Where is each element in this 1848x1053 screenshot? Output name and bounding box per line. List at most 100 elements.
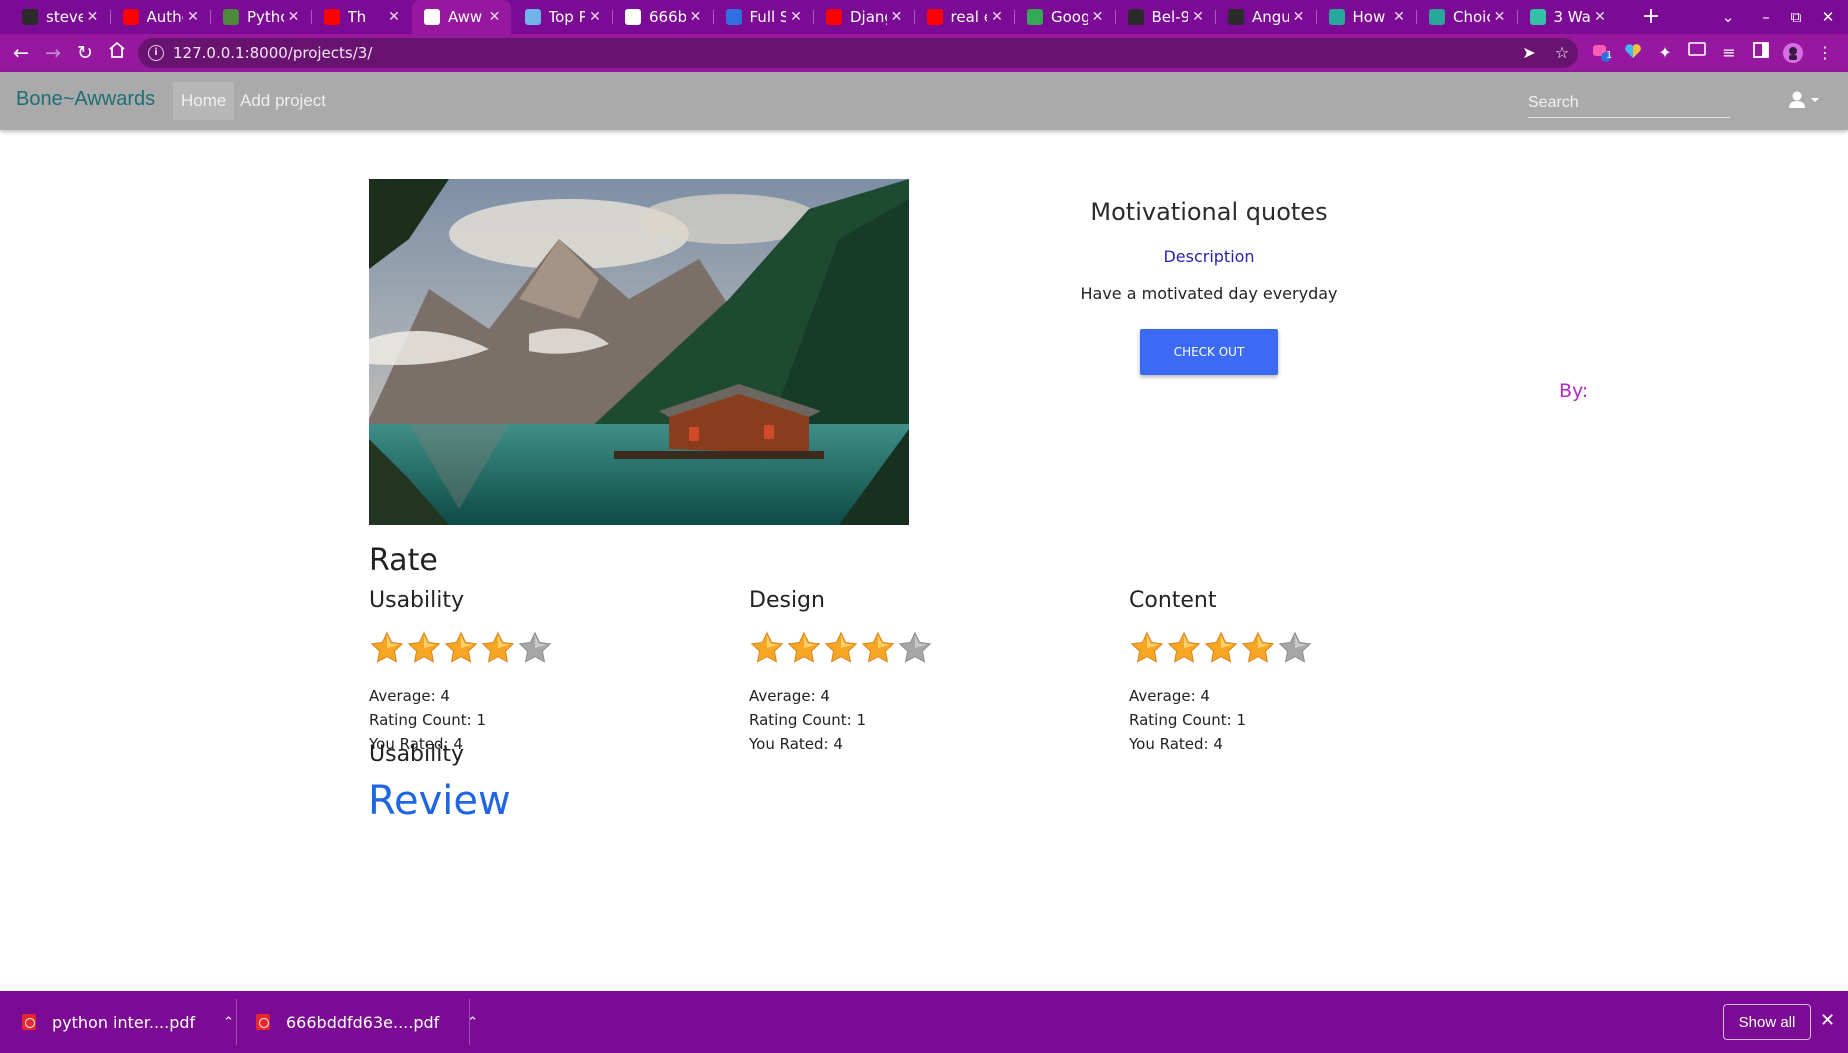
tab-close-icon[interactable]: ✕ — [1590, 9, 1610, 25]
tab-title: Bel-9 — [1151, 8, 1189, 26]
star-empty-icon[interactable] — [1277, 630, 1313, 666]
puzzle-icon[interactable]: ✦ — [1654, 42, 1676, 64]
browser-tab-strip: steve✕Authe✕Pytho✕Th✕Aww✕Top P✕666b✕Full… — [0, 0, 1848, 34]
tab-favicon-icon — [926, 9, 943, 25]
check-out-button[interactable]: CHECK OUT — [1140, 329, 1278, 375]
star-filled-icon[interactable] — [749, 630, 785, 666]
nav-home-link[interactable]: Home — [173, 82, 235, 120]
star-filled-icon[interactable] — [406, 630, 442, 666]
tab-close-icon[interactable]: ✕ — [987, 9, 1007, 25]
rating-count-text: Rating Count: 1 — [1129, 711, 1247, 729]
browser-tab[interactable]: Choic✕ — [1417, 0, 1516, 34]
minimize-icon[interactable]: – — [1752, 3, 1780, 31]
browser-tab[interactable]: real e✕ — [915, 0, 1014, 34]
close-shelf-icon[interactable]: ✕ — [1820, 1010, 1835, 1031]
star-filled-icon[interactable] — [443, 630, 479, 666]
browser-tab[interactable]: Top P ✕ — [513, 0, 612, 34]
browser-tab[interactable]: Goog ✕ — [1015, 0, 1114, 34]
site-brand[interactable]: Bone~Awwards — [16, 88, 155, 111]
browser-menu-icon[interactable]: ⋮ — [1814, 42, 1836, 64]
tab-close-icon[interactable]: ✕ — [183, 9, 203, 25]
tab-favicon-icon — [22, 9, 38, 25]
browser-tab[interactable]: Authe✕ — [111, 0, 210, 34]
star-filled-icon[interactable] — [860, 630, 896, 666]
tab-close-icon[interactable]: ✕ — [384, 9, 404, 25]
tab-close-icon[interactable]: ✕ — [1389, 9, 1409, 25]
profile-avatar-icon[interactable] — [1782, 42, 1804, 64]
rate-heading: Rate — [369, 543, 438, 578]
user-menu-toggle[interactable] — [1785, 90, 1825, 112]
forward-icon[interactable]: → — [40, 41, 66, 65]
tab-favicon-icon — [725, 9, 742, 25]
star-filled-icon[interactable] — [1166, 630, 1202, 666]
star-rating[interactable] — [369, 630, 729, 668]
browser-tab[interactable]: Angu ✕ — [1216, 0, 1315, 34]
side-panel-icon[interactable] — [1750, 42, 1772, 64]
tab-close-icon[interactable]: ✕ — [1088, 9, 1108, 25]
tab-title: Goog — [1051, 8, 1088, 26]
tab-favicon-icon — [1529, 9, 1546, 25]
tab-close-icon[interactable]: ✕ — [786, 9, 806, 25]
category-title: Usability — [369, 588, 464, 613]
tab-close-icon[interactable]: ✕ — [686, 9, 706, 25]
site-info-icon[interactable]: i — [148, 45, 164, 61]
star-filled-icon[interactable] — [1240, 630, 1276, 666]
browser-tab[interactable]: Full S ✕ — [714, 0, 813, 34]
tab-close-icon[interactable]: ✕ — [1490, 9, 1510, 25]
average-text: Average: 4 — [1129, 687, 1210, 705]
star-empty-icon[interactable] — [897, 630, 933, 666]
star-filled-icon[interactable] — [1203, 630, 1239, 666]
queue-icon[interactable]: ≡ — [1718, 42, 1740, 64]
tab-title: Authe — [146, 8, 184, 26]
browser-tab[interactable]: Pytho✕ — [211, 0, 310, 34]
star-filled-icon[interactable] — [369, 630, 405, 666]
rating-category-content: Content Average: 4 Rating Count: 1 You R… — [1129, 588, 1489, 756]
browser-tab[interactable]: steve ✕ — [10, 0, 109, 34]
tab-search-icon[interactable]: ⌄ — [1714, 3, 1742, 31]
download-item[interactable]: 666bddfd63e....pdf ⌃ — [256, 991, 478, 1053]
you-rated-text: You Rated: 4 — [1129, 735, 1223, 753]
star-filled-icon[interactable] — [786, 630, 822, 666]
star-rating[interactable] — [749, 630, 1109, 668]
browser-tab[interactable]: Djang✕ — [814, 0, 913, 34]
star-empty-icon[interactable] — [517, 630, 553, 666]
send-icon[interactable]: ➤ — [1518, 42, 1540, 64]
star-filled-icon[interactable] — [823, 630, 859, 666]
back-icon[interactable]: ← — [8, 41, 34, 65]
bookmark-star-icon[interactable]: ☆ — [1551, 42, 1573, 64]
browser-tab[interactable]: 3 Way✕ — [1518, 0, 1617, 34]
show-all-downloads-button[interactable]: Show all — [1723, 1004, 1811, 1040]
nav-add-project-link[interactable]: Add project — [240, 82, 326, 120]
project-title: Motivational quotes — [1090, 198, 1328, 226]
tab-close-icon[interactable]: ✕ — [284, 9, 304, 25]
search-input[interactable] — [1528, 88, 1730, 118]
tab-close-icon[interactable]: ✕ — [1289, 9, 1309, 25]
home-icon[interactable] — [104, 41, 130, 65]
close-window-icon[interactable]: ✕ — [1814, 3, 1842, 31]
tab-favicon-icon — [1228, 9, 1244, 25]
browser-tab[interactable]: Th ✕ — [312, 0, 411, 34]
restore-icon[interactable]: ⧉ — [1782, 3, 1810, 31]
reload-icon[interactable]: ↻ — [72, 41, 98, 65]
browser-tab[interactable]: How ✕ — [1317, 0, 1416, 34]
tab-close-icon[interactable]: ✕ — [1188, 9, 1208, 25]
star-filled-icon[interactable] — [1129, 630, 1165, 666]
cast-icon[interactable] — [1686, 42, 1708, 64]
browser-tab[interactable]: 666b ✕ — [613, 0, 712, 34]
tab-favicon-icon — [826, 9, 842, 25]
star-filled-icon[interactable] — [480, 630, 516, 666]
heart-extension-icon[interactable] — [1622, 42, 1644, 64]
star-rating[interactable] — [1129, 630, 1489, 668]
download-item[interactable]: python inter....pdf ⌃ — [22, 991, 234, 1053]
tab-close-icon[interactable]: ✕ — [887, 9, 907, 25]
new-tab-button[interactable]: + — [1638, 3, 1664, 31]
tab-close-icon[interactable]: ✕ — [83, 9, 103, 25]
tab-close-icon[interactable]: ✕ — [585, 9, 605, 25]
browser-tab[interactable]: Bel-9 ✕ — [1116, 0, 1215, 34]
address-bar[interactable]: i 127.0.0.1:8000/projects/3/ — [138, 38, 1578, 68]
chevron-up-icon[interactable]: ⌃ — [223, 1015, 234, 1030]
extension-badge: 1 — [1606, 50, 1613, 61]
tab-close-icon[interactable]: ✕ — [485, 9, 505, 25]
url-text: 127.0.0.1:8000/projects/3/ — [173, 44, 373, 62]
browser-tab[interactable]: Aww ✕ — [412, 0, 511, 34]
